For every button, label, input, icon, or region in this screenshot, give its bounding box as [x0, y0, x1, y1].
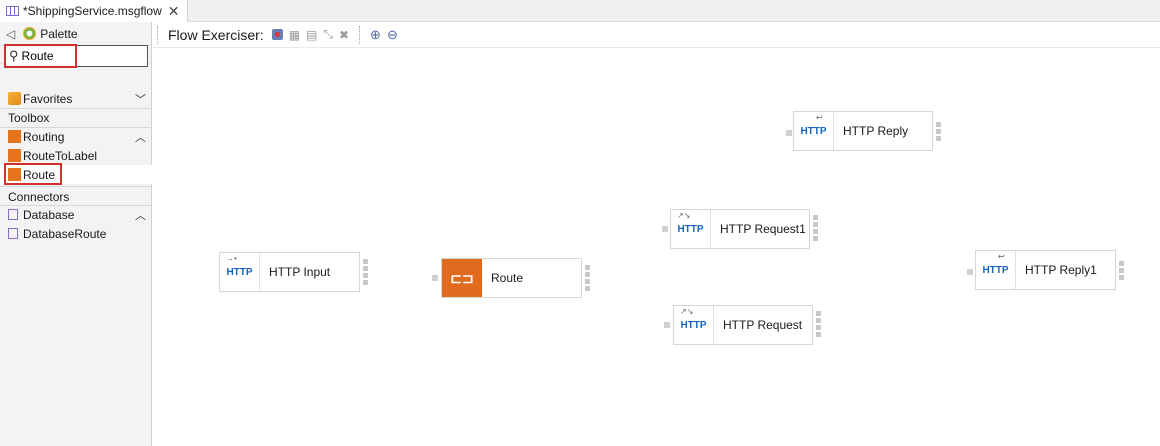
- terminal-out[interactable]: [585, 279, 590, 284]
- stop-recording-icon[interactable]: ⤡: [323, 27, 333, 42]
- drawer-routing[interactable]: Routing ︿: [0, 127, 152, 146]
- terminal-out[interactable]: [813, 215, 818, 220]
- close-exerciser-icon[interactable]: ✖: [339, 28, 349, 42]
- section-connectors: Connectors: [0, 187, 152, 206]
- reply-arrow-icon: ↩: [998, 252, 1005, 261]
- terminal-out[interactable]: [816, 332, 821, 337]
- node-http-request1[interactable]: ↗↘ HTTP HTTP Request1: [670, 209, 810, 249]
- favorites-label: Favorites: [23, 91, 73, 106]
- terminal-out[interactable]: [363, 266, 368, 271]
- terminal-in[interactable]: [664, 322, 670, 328]
- flow-canvas[interactable]: →• HTTP HTTP Input ⊏⊐ Route ↩ HTTP HTTP …: [153, 49, 1160, 446]
- terminal-out[interactable]: [585, 286, 590, 291]
- request-arrows-icon: ↗↘: [677, 211, 691, 220]
- node-http-request[interactable]: ↗↘ HTTP HTTP Request: [673, 305, 813, 345]
- node-http-input[interactable]: →• HTTP HTTP Input: [219, 252, 360, 292]
- route-node-icon: ⊏⊐: [442, 259, 482, 297]
- collapse-palette-icon[interactable]: ◁: [6, 27, 15, 41]
- chevron-up-icon[interactable]: ︿: [135, 129, 146, 145]
- toolbar-separator: [359, 25, 361, 44]
- node-route[interactable]: ⊏⊐ Route: [441, 258, 582, 298]
- node-label: HTTP Input: [269, 265, 331, 279]
- palette-item-database-route[interactable]: DatabaseRoute: [0, 224, 152, 243]
- toolbar-separator: [157, 25, 158, 44]
- terminal-in[interactable]: [432, 275, 438, 281]
- start-recording-icon[interactable]: [271, 29, 283, 40]
- http-icon: ↗↘ HTTP: [674, 306, 714, 344]
- terminal-out[interactable]: [363, 259, 368, 264]
- terminal-out[interactable]: [813, 222, 818, 227]
- terminal-out[interactable]: [936, 129, 941, 134]
- palette-title: Palette: [40, 26, 78, 41]
- terminal-out[interactable]: [363, 280, 368, 285]
- database-label: Database: [23, 207, 75, 222]
- terminal-in[interactable]: [967, 269, 973, 275]
- terminal-out[interactable]: [585, 265, 590, 270]
- http-icon: ↗↘ HTTP: [671, 210, 711, 248]
- close-icon[interactable]: ✕: [168, 4, 180, 18]
- database-route-label: DatabaseRoute: [23, 226, 107, 241]
- terminal-out[interactable]: [816, 325, 821, 330]
- terminal-in[interactable]: [662, 226, 668, 232]
- route-to-label-icon: [8, 149, 21, 162]
- http-icon: →• HTTP: [220, 253, 260, 291]
- section-toolbox: Toolbox: [0, 108, 152, 127]
- http-icon-text: HTTP: [982, 264, 1009, 276]
- drawer-favorites[interactable]: Favorites ﹀: [0, 89, 152, 108]
- chevron-down-icon[interactable]: ﹀: [135, 91, 146, 107]
- connectors-label: Connectors: [8, 189, 70, 204]
- terminal-out[interactable]: [813, 236, 818, 241]
- reply-arrow-icon: ↩: [816, 113, 823, 122]
- flow-exerciser-toolbar: Flow Exerciser: ▦ ▤ ⤡ ✖ ⊕ ⊖: [153, 22, 1160, 48]
- terminal-out[interactable]: [1119, 275, 1124, 280]
- palette-header: ◁ Palette: [0, 22, 151, 46]
- database-route-icon: [8, 228, 18, 239]
- terminal-out[interactable]: [936, 122, 941, 127]
- node-http-reply[interactable]: ↩ HTTP HTTP Reply: [793, 111, 933, 151]
- input-arrow-icon: →•: [226, 254, 237, 263]
- node-label: Route: [491, 271, 524, 285]
- http-icon-text: HTTP: [226, 266, 253, 278]
- terminal-out[interactable]: [363, 273, 368, 278]
- http-icon: ↩ HTTP: [794, 112, 834, 150]
- view-path-icon[interactable]: ▤: [306, 28, 317, 42]
- http-icon: ↩ HTTP: [976, 251, 1016, 289]
- terminal-out[interactable]: [585, 272, 590, 277]
- request-arrows-icon: ↗↘: [680, 307, 694, 316]
- terminal-out[interactable]: [1119, 268, 1124, 273]
- node-label: HTTP Reply: [843, 124, 909, 138]
- http-icon-text: HTTP: [680, 319, 707, 331]
- terminal-out[interactable]: [816, 318, 821, 323]
- route-to-label-label: RouteToLabel: [23, 148, 98, 163]
- zoom-in-icon[interactable]: ⊕: [370, 27, 381, 43]
- editor-tab-title: *ShippingService.msgflow: [23, 4, 162, 18]
- node-http-reply1[interactable]: ↩ HTTP HTTP Reply1: [975, 250, 1116, 290]
- flow-exerciser-label: Flow Exerciser:: [168, 26, 264, 43]
- toolbox-label: Toolbox: [8, 110, 50, 125]
- terminal-out[interactable]: [936, 136, 941, 141]
- terminal-out[interactable]: [816, 311, 821, 316]
- http-icon-text: HTTP: [677, 223, 704, 235]
- favorites-icon: [8, 92, 21, 105]
- routing-icon: [8, 130, 21, 143]
- http-icon-text: HTTP: [800, 125, 827, 137]
- node-label: HTTP Reply1: [1025, 263, 1097, 277]
- database-icon: [8, 209, 18, 220]
- terminal-in[interactable]: [786, 130, 792, 136]
- drawer-database[interactable]: Database ︿: [0, 205, 152, 224]
- msgflow-icon: [6, 6, 19, 16]
- search-highlight-box: [4, 44, 77, 68]
- zoom-out-icon[interactable]: ⊖: [387, 27, 398, 43]
- send-message-icon[interactable]: ▦: [289, 28, 300, 42]
- palette-icon: [23, 27, 37, 40]
- editor-tab-shipping-service[interactable]: *ShippingService.msgflow ✕: [0, 0, 188, 22]
- node-label: HTTP Request: [723, 318, 803, 332]
- terminal-out[interactable]: [813, 229, 818, 234]
- route-highlight-box: [4, 163, 62, 185]
- chevron-up-icon[interactable]: ︿: [135, 207, 146, 223]
- node-label: HTTP Request1: [720, 222, 806, 236]
- editor-tab-bar: *ShippingService.msgflow ✕: [0, 0, 1160, 22]
- terminal-out[interactable]: [1119, 261, 1124, 266]
- routing-label: Routing: [23, 129, 65, 144]
